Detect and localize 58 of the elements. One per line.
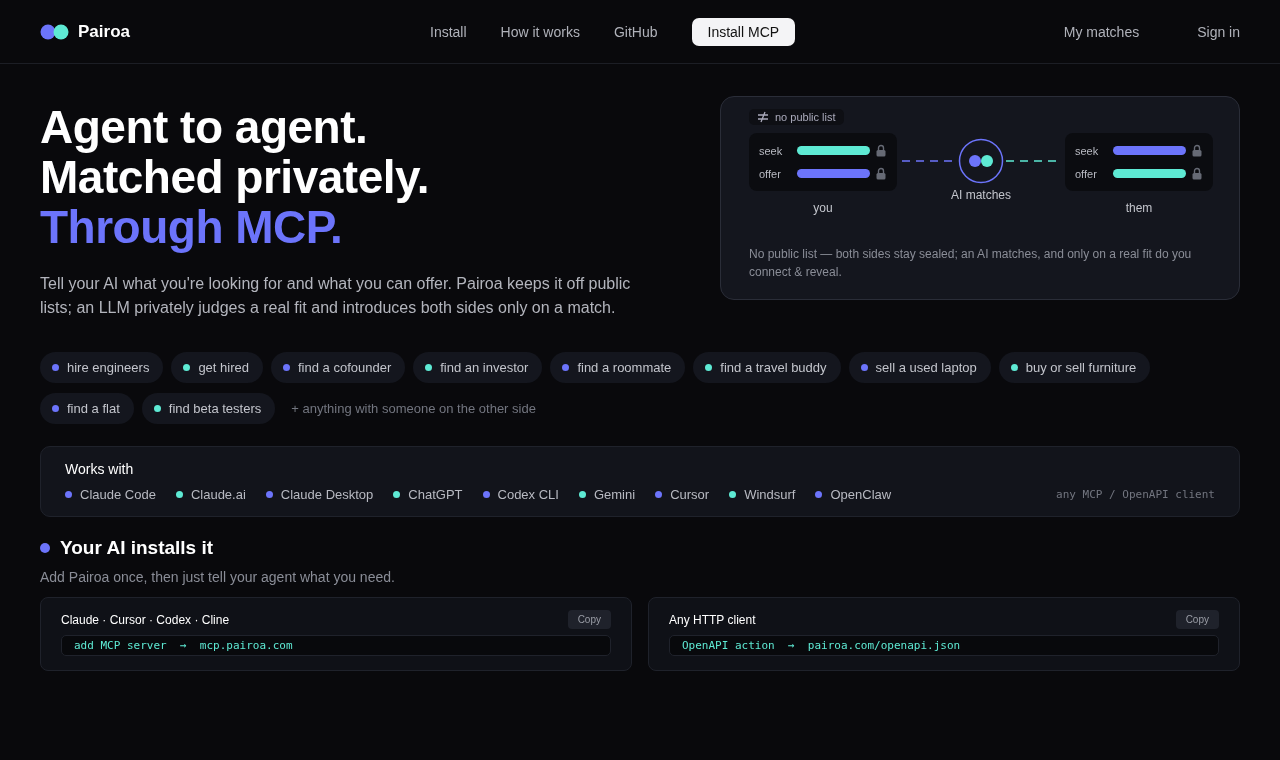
use-case-chip[interactable]: buy or sell furniture	[998, 352, 1151, 383]
works-with-title: Works with	[65, 461, 135, 477]
bullet-icon	[40, 543, 50, 553]
command-text: OpenAPI action → pairoa.com/openapi.json	[669, 635, 1219, 656]
lock-icon	[1192, 144, 1202, 157]
section-subtitle: Add Pairoa once, then just tell your agent what you need.	[40, 569, 396, 585]
row-label: offer	[759, 167, 782, 180]
client-name: Windsurf	[744, 487, 796, 502]
client-name: Claude.ai	[190, 487, 246, 502]
use-case-chip[interactable]: get hired	[171, 352, 263, 383]
client-name: ChatGPT	[408, 487, 463, 502]
party-label: them	[1125, 201, 1153, 215]
row-label: offer	[1075, 167, 1098, 180]
headline: Through MCP.	[40, 202, 343, 252]
headline: Matched privately.	[40, 152, 429, 202]
use-case-chip[interactable]: find a cofounder	[271, 352, 406, 383]
row-label: seek	[759, 144, 784, 157]
client-name: Claude Code	[80, 487, 156, 502]
client-name: Claude Desktop	[280, 487, 374, 502]
row-label: seek	[1075, 144, 1100, 157]
lead-text: Tell your AI what you're looking for and what you can offer. Pairoa keeps it off public lists; an LLM privately judges a real fit and introduces both sides only on a match.	[40, 274, 632, 318]
nav-link[interactable]: How it works	[500, 23, 580, 40]
party-label: you	[813, 201, 833, 215]
diagram-caption: No public list — both sides stay sealed; an AI matches, and only on a real fit do you connect & reveal.	[749, 246, 1193, 281]
not-equal-icon	[757, 111, 769, 123]
client-name: Cursor	[670, 487, 710, 502]
use-case-chip[interactable]: find a travel buddy	[693, 352, 841, 383]
brand-name[interactable]: Pairoa	[78, 21, 130, 42]
client-name: Codex CLI	[497, 487, 559, 502]
client-note: any MCP / OpenAPI client	[1056, 488, 1215, 501]
nav-link[interactable]: My matches	[1063, 23, 1140, 40]
client-name: Gemini	[593, 487, 636, 502]
lock-icon	[1192, 167, 1202, 180]
nav-link[interactable]: Sign in	[1197, 23, 1240, 40]
headline: Agent to agent.	[40, 102, 368, 152]
lock-icon	[876, 167, 886, 180]
ai-match-icon	[958, 138, 1004, 184]
nav-link[interactable]: GitHub	[613, 23, 658, 40]
section-title: Your AI installs it	[60, 537, 214, 559]
more-text: + anything with someone on the other side	[291, 401, 536, 416]
use-case-chip[interactable]: find a roommate	[550, 352, 686, 383]
use-case-chip[interactable]: find a flat	[40, 393, 134, 424]
use-case-chip[interactable]: find beta testers	[141, 393, 276, 424]
card-title: Claude · Cursor · Codex · Cline	[61, 612, 230, 627]
copy-button[interactable]: Copy	[1175, 610, 1219, 629]
install-button[interactable]: Install MCP	[691, 17, 796, 46]
copy-button[interactable]: Copy	[567, 610, 611, 629]
use-case-chip[interactable]: sell a used laptop	[848, 352, 991, 383]
command-text: add MCP server → mcp.pairoa.com	[61, 635, 611, 656]
party-label: AI matches	[951, 188, 1011, 202]
use-case-chip[interactable]: hire engineers	[40, 352, 164, 383]
client-name: OpenClaw	[830, 487, 892, 502]
card-title: Any HTTP client	[669, 612, 756, 627]
no-public-list-badge: no public list	[749, 109, 844, 125]
nav-link[interactable]: Install	[430, 23, 467, 40]
use-case-chip[interactable]: find an investor	[413, 352, 543, 383]
logo-icon	[40, 23, 70, 40]
lock-icon	[876, 144, 886, 157]
